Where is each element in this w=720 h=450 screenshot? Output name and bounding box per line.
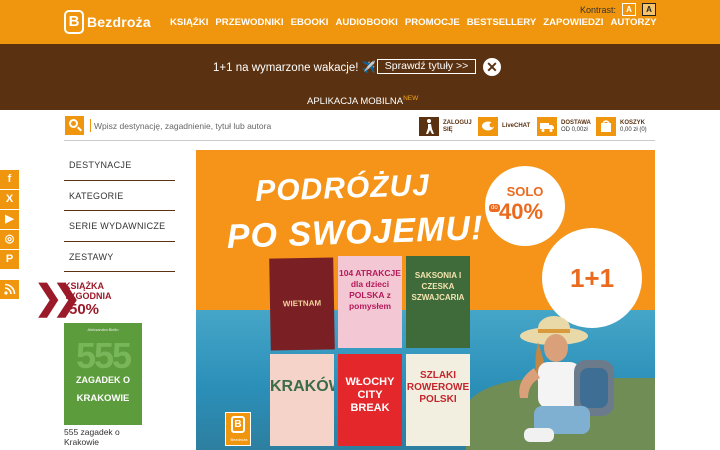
solo-label: SOLO — [506, 184, 544, 199]
book-of-week-cover[interactable]: Aleksandra Bielin 555 ZAGADEK O KRAKOWIE — [64, 323, 142, 425]
social-bar: f X ▶ ◎ P — [0, 170, 19, 270]
menu-item-serie[interactable]: SERIE WYDAWNICZE — [64, 211, 175, 242]
book-szlaki[interactable]: SZLAKI ROWEROWE POLSKI — [406, 354, 470, 446]
book-104-atrakcje[interactable]: 104 ATRAKCJE dla dzieci POLSKA z pomysłe… — [338, 256, 402, 348]
book-wlochy[interactable]: WŁOCHY CITY BREAK — [338, 354, 402, 446]
category-menu: DESTYNACJE KATEGORIE SERIE WYDAWNICZE ZE… — [64, 150, 175, 272]
contrast-high-button[interactable]: A — [642, 3, 657, 16]
truck-icon — [537, 117, 557, 136]
hero-banner[interactable]: PODRÓŻUJ PO SWOJEMU! SOLO do 40% 1+1 WIE… — [196, 150, 655, 450]
delivery-line2: OD 0,00zł — [561, 126, 588, 133]
nav-ksiazki[interactable]: KSIĄŻKI — [170, 17, 208, 28]
search-underline — [64, 140, 655, 141]
hero-logo-mark: B — [231, 416, 245, 433]
login-label: ZALOGUJ SIĘ — [443, 120, 472, 134]
nav-bestsellery[interactable]: BESTSELLERY — [467, 17, 536, 28]
promo-check-titles-button[interactable]: Sprawdź tytuły >> — [377, 59, 476, 74]
cover-line1: ZAGADEK O — [76, 375, 130, 385]
top-header: B Bezdroża KSIĄŻKI PRZEWODNIKI EBOOKI AU… — [0, 0, 720, 44]
book-of-week-name[interactable]: 555 zagadek o Krakowie — [64, 427, 144, 447]
cart-line1: KOSZYK — [620, 119, 646, 126]
chat-icon — [478, 117, 498, 136]
close-icon[interactable]: ✕ — [483, 58, 501, 76]
promo-text: 1+1 na wymarzone wakacje! ✈️ — [213, 62, 376, 74]
nav-audiobooki[interactable]: AUDIOBOOKI — [335, 17, 397, 28]
book-title: KRAKÓW — [270, 378, 334, 395]
contrast-label: Kontrast: — [580, 4, 617, 15]
new-badge: NEW — [403, 95, 419, 102]
book-title: SAKSONIA I CZESKA SZWAJCARIA — [411, 271, 465, 302]
book-title: 104 ATRAKCJE dla dzieci POLSKA z pomysłe… — [339, 268, 401, 311]
book-of-week-title: KSIĄŻKA TYGODNIA — [64, 281, 112, 301]
livechat-line1: LiveCHAT — [502, 123, 531, 129]
book-title: WŁOCHY CITY BREAK — [345, 376, 395, 414]
hiker-icon — [419, 117, 439, 136]
nav-zapowiedzi[interactable]: ZAPOWIEDZI — [543, 17, 603, 28]
botw-title-line2: TYGODNIA — [64, 291, 112, 301]
book-of-week-discount: -50% — [64, 301, 100, 318]
nav-ebooki[interactable]: EBOOKI — [291, 17, 329, 28]
cart-line2: 0,00 zł (0) — [620, 126, 647, 133]
hero-logo: B Bezdroża — [225, 412, 251, 446]
hero-logo-text: Bezdroża — [230, 437, 248, 442]
search-button[interactable] — [65, 116, 84, 135]
cover-number: 555 — [75, 335, 132, 376]
delivery-link[interactable]: DOSTAWA OD 0,00zł — [537, 117, 591, 136]
nav-przewodniki[interactable]: PRZEWODNIKI — [215, 17, 283, 28]
book-cover-bg — [270, 354, 334, 446]
livechat-link[interactable]: LiveCHAT — [478, 117, 530, 136]
cart-link[interactable]: KOSZYK 0,00 zł (0) — [596, 117, 647, 136]
login-line1: ZALOGUJ — [443, 119, 472, 126]
book-title: WIETNAM — [282, 298, 322, 309]
mobile-app-link[interactable]: APLIKACJA MOBILNANEW — [307, 95, 418, 107]
pinterest-icon[interactable]: P — [0, 250, 19, 269]
book-title: SZLAKI ROWEROWE POLSKI — [406, 370, 470, 405]
logo-mark: B — [64, 10, 84, 34]
search-icon-handle — [77, 126, 82, 132]
hero-title-line1: PODRÓŻUJ — [254, 168, 431, 208]
nav-autorzy[interactable]: AUTORZY — [610, 17, 656, 28]
nav-promocje[interactable]: PROMOCJE — [405, 17, 460, 28]
hero-title: PODRÓŻUJ PO SWOJEMU! — [226, 161, 484, 259]
search-divider — [90, 119, 91, 132]
menu-item-kategorie[interactable]: KATEGORIE — [64, 181, 175, 211]
menu-item-destynacje[interactable]: DESTYNACJE — [64, 150, 175, 181]
site-logo[interactable]: B Bezdroża — [64, 10, 151, 34]
youtube-icon[interactable]: ▶ — [0, 210, 19, 229]
book-krakow[interactable]: KRAKÓW — [270, 354, 334, 446]
delivery-line1: DOSTAWA — [561, 119, 591, 126]
logo-text: Bezdroża — [87, 14, 151, 30]
delivery-label: DOSTAWA OD 0,00zł — [561, 120, 591, 134]
instagram-icon[interactable]: ◎ — [0, 230, 19, 249]
traveler-illustration — [519, 316, 614, 442]
login-line2: SIĘ — [443, 126, 453, 133]
contrast-normal-button[interactable]: A — [622, 3, 637, 16]
cart-icon — [596, 117, 616, 136]
login-link[interactable]: ZALOGUJ SIĘ — [419, 117, 472, 136]
book-wietnam[interactable]: WIETNAM — [269, 257, 335, 351]
contrast-switcher: Kontrast: A A — [580, 3, 657, 16]
menu-item-zestawy[interactable]: ZESTAWY — [64, 242, 175, 272]
main-nav: KSIĄŻKI PRZEWODNIKI EBOOKI AUDIOBOOKI PR… — [170, 17, 657, 28]
cart-label: KOSZYK 0,00 zł (0) — [620, 120, 647, 134]
book-saksonia[interactable]: SAKSONIA I CZESKA SZWAJCARIA — [406, 256, 470, 348]
rss-icon[interactable] — [0, 280, 19, 299]
solo-percent: 40% — [499, 199, 544, 224]
mobile-app-label: APLIKACJA MOBILNA — [307, 96, 404, 108]
x-twitter-icon[interactable]: X — [0, 190, 19, 209]
hero-title-line2: PO SWOJEMU! — [226, 209, 484, 256]
cover-line2: KRAKOWIE — [76, 393, 130, 404]
solo-discount-badge: SOLO do 40% — [485, 166, 565, 246]
botw-title-line1: KSIĄŻKA — [64, 281, 104, 291]
facebook-icon[interactable]: f — [0, 170, 19, 189]
search-input[interactable] — [94, 118, 394, 134]
livechat-label: LiveCHAT — [502, 123, 530, 130]
cover-author: Aleksandra Bielin — [87, 327, 119, 332]
